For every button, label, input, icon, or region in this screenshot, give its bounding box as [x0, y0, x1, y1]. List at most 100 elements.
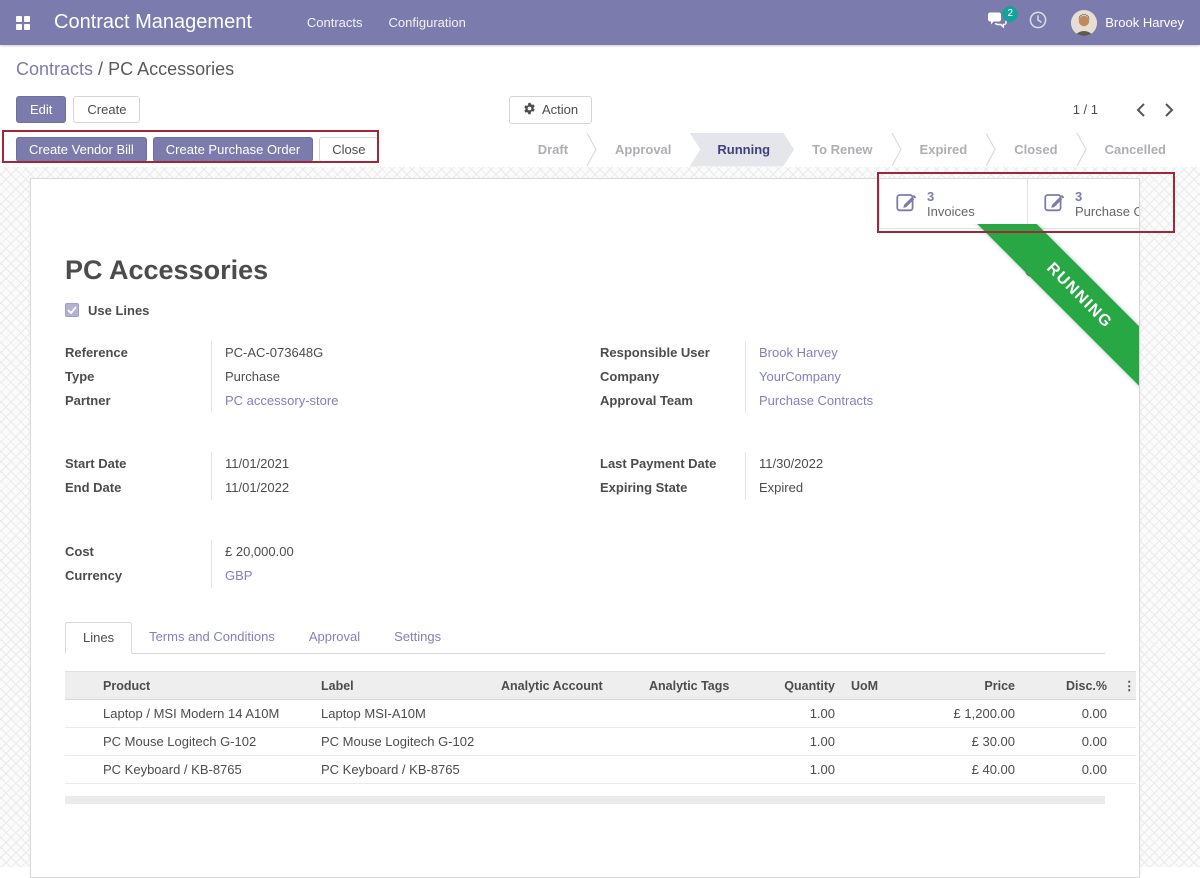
purchase-orders-label: Purchase Or…: [1075, 204, 1139, 219]
purchase-orders-stat-button[interactable]: 3 Purchase Or…: [1027, 179, 1139, 229]
row-handle[interactable]: [65, 700, 95, 728]
state-to-renew[interactable]: To Renew: [794, 133, 890, 167]
tab-terms-and-conditions[interactable]: Terms and Conditions: [132, 622, 292, 653]
cost-value: £ 20,000.00: [211, 540, 585, 564]
pager: 1 / 1: [1073, 99, 1184, 121]
responsible-user-value[interactable]: Brook Harvey: [745, 341, 1105, 365]
table-header-row: Product Label Analytic Account Analytic …: [65, 672, 1136, 700]
edit-button[interactable]: Edit: [16, 96, 66, 123]
handle-column-header: [65, 672, 95, 700]
cell-product[interactable]: PC Mouse Logitech G-102: [95, 728, 313, 756]
cell-quantity[interactable]: 1.00: [745, 700, 843, 728]
gear-icon: [523, 102, 536, 118]
menu-configuration[interactable]: Configuration: [376, 0, 479, 45]
top-navbar: Contract Management Contracts Configurat…: [0, 0, 1200, 45]
optional-columns-icon[interactable]: ⋮: [1115, 672, 1136, 700]
messages-button[interactable]: 2: [987, 12, 1007, 33]
app-title: Contract Management: [54, 11, 252, 34]
cell-analytic-tags[interactable]: [641, 756, 745, 784]
cell-label[interactable]: Laptop MSI-A10M: [313, 700, 493, 728]
currency-label: Currency: [65, 564, 211, 588]
state-separator-icon: [1076, 133, 1087, 166]
lines-table: Product Label Analytic Account Analytic …: [65, 671, 1136, 784]
pager-previous-icon[interactable]: [1126, 99, 1155, 121]
state-draft[interactable]: Draft: [520, 133, 586, 167]
invoices-label: Invoices: [927, 204, 975, 219]
table-footer-bar: [65, 796, 1105, 804]
product-column-header[interactable]: Product: [95, 672, 313, 700]
page-title: PC Accessories: [65, 253, 1105, 287]
approval-team-label: Approval Team: [600, 389, 745, 413]
cell-quantity[interactable]: 1.00: [745, 756, 843, 784]
breadcrumb-parent[interactable]: Contracts: [16, 59, 93, 79]
menu-contracts[interactable]: Contracts: [294, 0, 376, 45]
approval-team-value[interactable]: Purchase Contracts: [745, 389, 1105, 413]
row-handle[interactable]: [65, 756, 95, 784]
uom-column-header[interactable]: UoM: [843, 672, 903, 700]
expiring-state-value: Expired: [745, 476, 1105, 500]
state-cancelled[interactable]: Cancelled: [1087, 133, 1184, 167]
price-column-header[interactable]: Price: [903, 672, 1023, 700]
analytic-tags-column-header[interactable]: Analytic Tags: [641, 672, 745, 700]
tab-lines[interactable]: Lines: [65, 622, 132, 654]
cell-analytic-account[interactable]: [493, 700, 641, 728]
company-label: Company: [600, 365, 745, 389]
activities-button[interactable]: [1029, 11, 1047, 34]
cell-product[interactable]: Laptop / MSI Modern 14 A10M: [95, 700, 313, 728]
reference-value: PC-AC-073648G: [211, 341, 585, 365]
table-row[interactable]: PC Mouse Logitech G-102 PC Mouse Logitec…: [65, 728, 1136, 756]
cell-price[interactable]: £ 30.00: [903, 728, 1023, 756]
cell-disc[interactable]: 0.00: [1023, 728, 1115, 756]
main-menu: Contracts Configuration: [294, 0, 479, 45]
cell-disc[interactable]: 0.00: [1023, 756, 1115, 784]
create-vendor-bill-button[interactable]: Create Vendor Bill: [16, 137, 147, 162]
state-running[interactable]: Running: [689, 133, 794, 167]
table-row[interactable]: Laptop / MSI Modern 14 A10M Laptop MSI-A…: [65, 700, 1136, 728]
action-button[interactable]: Action: [509, 96, 592, 124]
cell-uom[interactable]: [843, 700, 903, 728]
state-separator-icon: [985, 133, 996, 166]
state-expired[interactable]: Expired: [902, 133, 986, 167]
cell-label[interactable]: PC Keyboard / KB-8765: [313, 756, 493, 784]
user-menu[interactable]: Brook Harvey: [1105, 15, 1184, 30]
table-row[interactable]: PC Keyboard / KB-8765 PC Keyboard / KB-8…: [65, 756, 1136, 784]
company-value[interactable]: YourCompany: [745, 365, 1105, 389]
partner-value[interactable]: PC accessory-store: [211, 389, 585, 413]
cell-analytic-account[interactable]: [493, 756, 641, 784]
cell-price[interactable]: £ 40.00: [903, 756, 1023, 784]
quantity-column-header[interactable]: Quantity: [745, 672, 843, 700]
state-closed[interactable]: Closed: [996, 133, 1075, 167]
user-avatar[interactable]: [1071, 10, 1097, 36]
use-lines-label: Use Lines: [88, 303, 149, 318]
stat-button-box: 3 Invoices 3 Purchase Or…: [31, 179, 1139, 229]
close-button[interactable]: Close: [319, 137, 378, 162]
analytic-account-column-header[interactable]: Analytic Account: [493, 672, 641, 700]
invoices-stat-button[interactable]: 3 Invoices: [879, 179, 1027, 229]
notebook-tabs: Lines Terms and Conditions Approval Sett…: [65, 622, 1105, 654]
disc-column-header[interactable]: Disc.%: [1023, 672, 1115, 700]
cell-analytic-account[interactable]: [493, 728, 641, 756]
cell-analytic-tags[interactable]: [641, 728, 745, 756]
currency-value[interactable]: GBP: [211, 564, 585, 588]
create-purchase-order-button[interactable]: Create Purchase Order: [153, 137, 313, 162]
statusbar: Create Vendor Bill Create Purchase Order…: [0, 130, 1200, 170]
label-column-header[interactable]: Label: [313, 672, 493, 700]
cell-label[interactable]: PC Mouse Logitech G-102: [313, 728, 493, 756]
tab-approval[interactable]: Approval: [292, 622, 377, 653]
create-button[interactable]: Create: [73, 96, 140, 123]
cell-disc[interactable]: 0.00: [1023, 700, 1115, 728]
row-handle[interactable]: [65, 728, 95, 756]
cell-product[interactable]: PC Keyboard / KB-8765: [95, 756, 313, 784]
edit-document-icon: [896, 191, 917, 217]
cell-uom[interactable]: [843, 728, 903, 756]
cell-price[interactable]: £ 1,200.00: [903, 700, 1023, 728]
use-lines-checkbox[interactable]: [65, 303, 79, 317]
apps-grid-icon[interactable]: [16, 16, 30, 30]
cell-quantity[interactable]: 1.00: [745, 728, 843, 756]
type-value: Purchase: [211, 365, 585, 389]
cell-analytic-tags[interactable]: [641, 700, 745, 728]
pager-next-icon[interactable]: [1155, 99, 1184, 121]
state-approval[interactable]: Approval: [597, 133, 689, 167]
tab-settings[interactable]: Settings: [377, 622, 458, 653]
cell-uom[interactable]: [843, 756, 903, 784]
